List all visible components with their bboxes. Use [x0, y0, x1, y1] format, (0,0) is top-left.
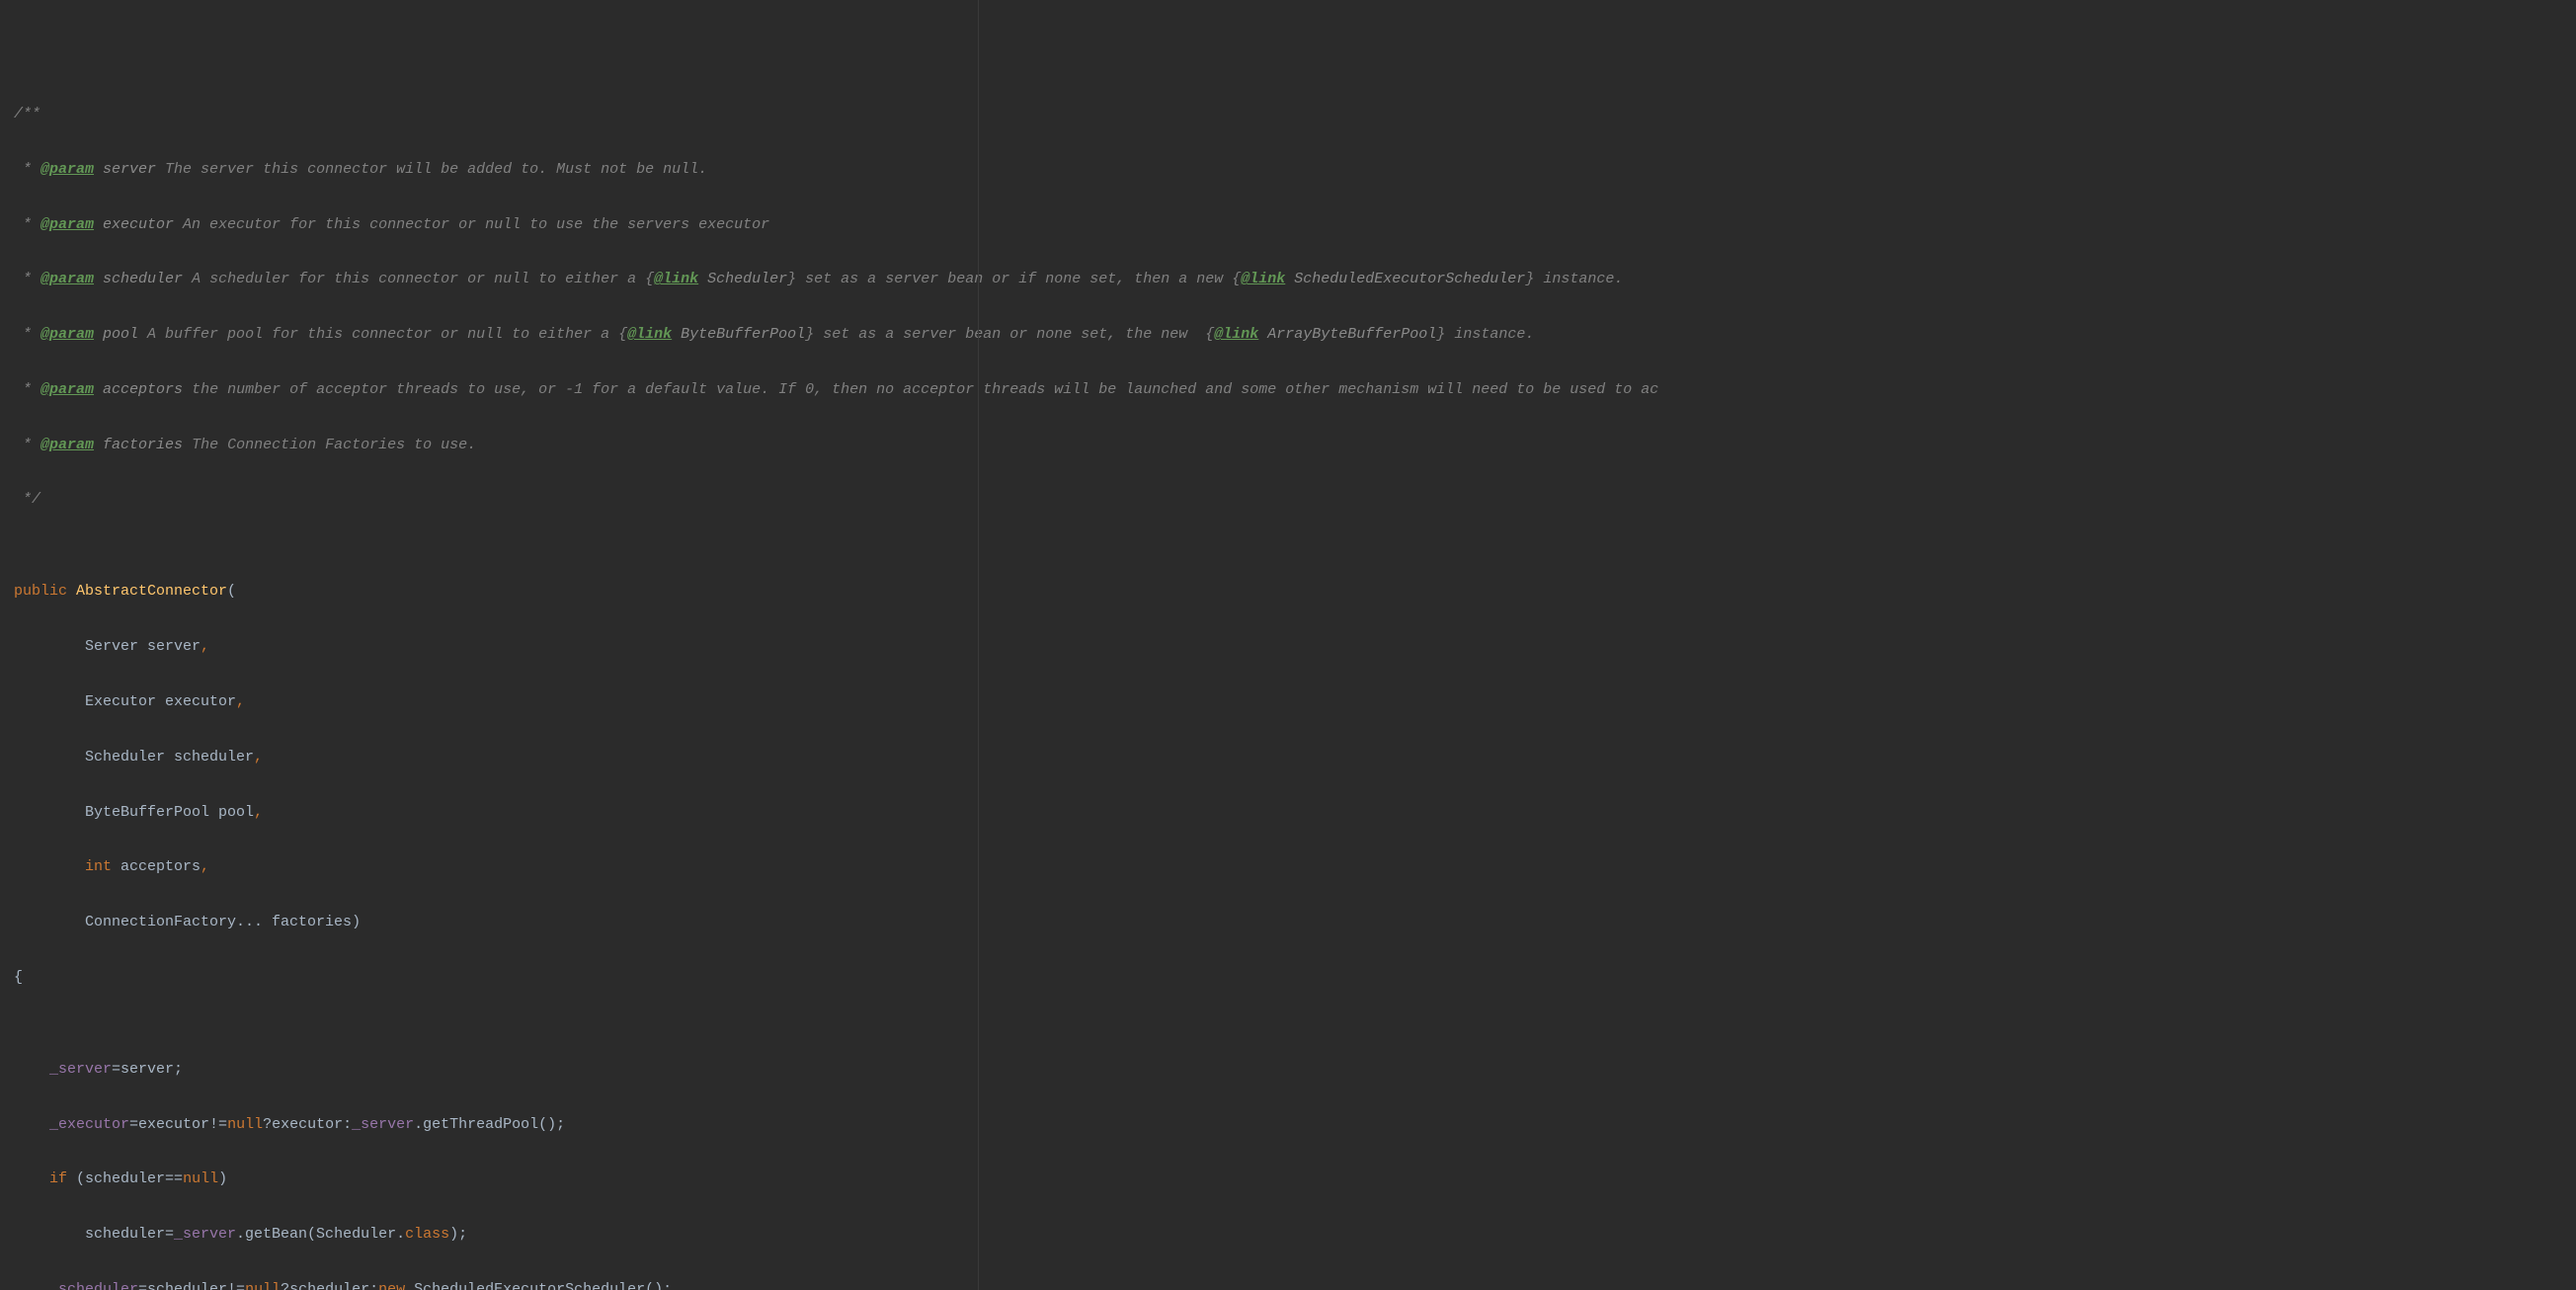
doc-param-acceptors: * @param acceptors the number of accepto… — [14, 381, 2576, 400]
sig-param-pool: ByteBufferPool pool, — [14, 804, 2576, 823]
sig-param-scheduler: Scheduler scheduler, — [14, 749, 2576, 767]
doc-param-pool: * @param pool A buffer pool for this con… — [14, 326, 2576, 345]
sig-param-server: Server server, — [14, 638, 2576, 657]
sig-param-factories: ConnectionFactory... factories) — [14, 914, 2576, 932]
doc-param-server: * @param server The server this connecto… — [14, 161, 2576, 180]
scheduler-getbean: scheduler=_server.getBean(Scheduler.clas… — [14, 1226, 2576, 1245]
if-scheduler-null: if (scheduler==null) — [14, 1170, 2576, 1189]
code-editor[interactable]: /** * @param server The server this conn… — [0, 0, 2576, 1290]
method-signature: public AbstractConnector( — [14, 583, 2576, 602]
right-margin-ruler — [978, 0, 979, 1290]
doc-param-scheduler: * @param scheduler A scheduler for this … — [14, 271, 2576, 289]
doc-open: /** — [14, 106, 2576, 124]
doc-param-executor: * @param executor An executor for this c… — [14, 216, 2576, 235]
doc-param-factories: * @param factories The Connection Factor… — [14, 437, 2576, 455]
assign-scheduler: _scheduler=scheduler!=null?scheduler:new… — [14, 1281, 2576, 1290]
sig-param-acceptors: int acceptors, — [14, 858, 2576, 877]
sig-param-executor: Executor executor, — [14, 693, 2576, 712]
assign-server: _server=server; — [14, 1061, 2576, 1080]
brace-open: { — [14, 969, 2576, 988]
doc-close: */ — [14, 491, 2576, 510]
assign-executor: _executor=executor!=null?executor:_serve… — [14, 1116, 2576, 1135]
